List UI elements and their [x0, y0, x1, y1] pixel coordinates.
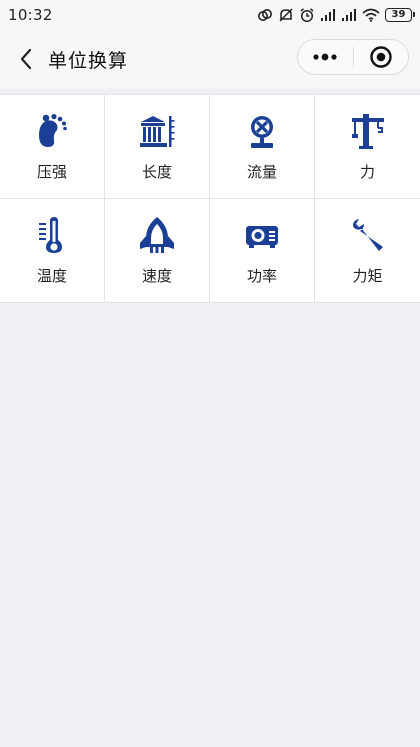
footprint-icon: [32, 111, 72, 151]
navigation-bar: 单位换算: [0, 30, 420, 88]
ruler-building-icon: [137, 111, 177, 151]
category-label: 功率: [246, 267, 277, 285]
crane-icon: [348, 111, 388, 151]
status-icons: 39: [257, 7, 415, 23]
category-label: 压强: [36, 163, 67, 181]
rocket-icon: [137, 215, 177, 255]
category-speed[interactable]: 速度: [105, 199, 210, 303]
category-label: 力: [359, 163, 375, 181]
category-pressure[interactable]: 压强: [0, 95, 105, 199]
thermometer-icon: [32, 215, 72, 255]
cast-icon: [257, 7, 273, 23]
menu-capsule: [297, 39, 409, 75]
category-label: 速度: [141, 267, 172, 285]
more-dots-icon: [313, 53, 337, 61]
chevron-left-icon: [20, 48, 32, 70]
more-button[interactable]: [298, 40, 353, 74]
category-grid: 压强 长度 流量 力 温度 速度 功率 力矩: [0, 94, 420, 303]
category-label: 流量: [246, 163, 277, 181]
wifi-icon: [362, 8, 380, 22]
battery-icon: 39: [385, 8, 415, 22]
category-length[interactable]: 长度: [105, 95, 210, 199]
close-button[interactable]: [354, 40, 409, 74]
category-power[interactable]: 功率: [210, 199, 315, 303]
page-title: 单位换算: [48, 49, 129, 72]
category-label: 温度: [36, 267, 67, 285]
wrench-icon: [348, 215, 388, 255]
valve-icon: [242, 111, 282, 151]
status-bar: 10:32 39: [0, 0, 420, 30]
category-torque[interactable]: 力矩: [315, 199, 420, 303]
projector-icon: [242, 215, 282, 255]
category-label: 长度: [141, 163, 172, 181]
status-time: 10:32: [8, 6, 53, 24]
back-button[interactable]: [6, 39, 46, 79]
category-flow[interactable]: 流量: [210, 95, 315, 199]
mute-icon: [278, 7, 294, 23]
signal-icon: [341, 8, 357, 22]
alarm-icon: [299, 7, 315, 23]
category-temperature[interactable]: 温度: [0, 199, 105, 303]
signal-icon: [320, 8, 336, 22]
category-force[interactable]: 力: [315, 95, 420, 199]
category-label: 力矩: [352, 267, 383, 285]
target-circle-icon: [370, 46, 392, 68]
